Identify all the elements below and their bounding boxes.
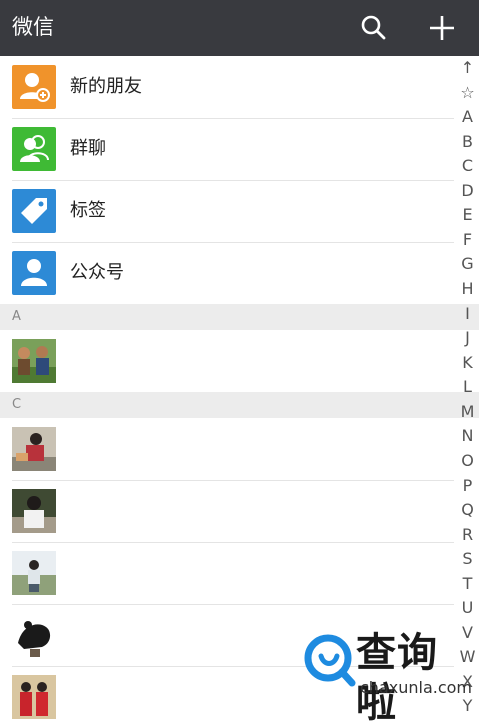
index-letter[interactable]: L <box>456 377 479 397</box>
magnifier-logo-icon <box>304 634 356 687</box>
photo-avatar <box>12 489 56 533</box>
index-letter[interactable]: R <box>456 525 479 545</box>
add-friend-icon <box>12 65 56 109</box>
search-icon <box>361 15 386 40</box>
add-button[interactable] <box>426 12 458 44</box>
index-letter[interactable]: K <box>456 353 479 373</box>
watermark: 查询啦 chaxunla.com <box>302 628 474 726</box>
photo-avatar <box>12 339 56 383</box>
index-letter[interactable]: ↑ <box>456 58 479 78</box>
index-letter[interactable]: B <box>456 132 479 152</box>
tag-icon <box>12 189 56 233</box>
tags-label: 标签 <box>70 200 106 221</box>
tags-item[interactable]: 标签 <box>0 180 454 242</box>
watermark-url: chaxunla.com <box>360 678 472 697</box>
official-accounts-item[interactable]: 公众号 <box>0 242 454 304</box>
index-letter[interactable]: ☆ <box>456 83 479 103</box>
group-chat-icon <box>12 127 56 171</box>
contact-row[interactable] <box>0 542 454 604</box>
index-letter[interactable]: G <box>456 254 479 274</box>
top-bar: 微信 <box>0 0 479 56</box>
group-chats-item[interactable]: 群聊 <box>0 118 454 180</box>
index-letter[interactable]: F <box>456 230 479 250</box>
index-letter[interactable]: O <box>456 451 479 471</box>
section-letter: A <box>12 309 21 324</box>
index-letter[interactable]: T <box>456 574 479 594</box>
alphabet-index-bar[interactable]: ↑ ☆ A B C D E F G H I J K L M N O P Q R … <box>456 56 479 717</box>
index-letter[interactable]: D <box>456 181 479 201</box>
index-letter[interactable]: A <box>456 107 479 127</box>
official-account-icon <box>12 251 56 295</box>
photo-avatar <box>12 551 56 595</box>
index-letter[interactable]: S <box>456 549 479 569</box>
index-letter[interactable]: N <box>456 426 479 446</box>
contact-row[interactable] <box>0 480 454 542</box>
index-letter[interactable]: J <box>456 328 479 348</box>
photo-avatar <box>12 427 56 471</box>
index-letter[interactable]: I <box>456 304 479 324</box>
section-letter: C <box>12 397 22 412</box>
app-title: 微信 <box>12 15 54 39</box>
index-letter[interactable]: M <box>456 402 479 422</box>
group-chats-label: 群聊 <box>70 138 106 159</box>
new-friends-label: 新的朋友 <box>70 76 142 97</box>
photo-avatar <box>12 675 56 719</box>
plus-icon <box>430 16 454 40</box>
contact-row[interactable] <box>0 330 454 392</box>
section-header-a: A <box>0 304 479 330</box>
section-header-c: C <box>0 392 479 418</box>
index-letter[interactable]: E <box>456 205 479 225</box>
official-accounts-label: 公众号 <box>70 262 124 283</box>
index-letter[interactable]: C <box>456 156 479 176</box>
new-friends-item[interactable]: 新的朋友 <box>0 56 454 118</box>
index-letter[interactable]: Q <box>456 500 479 520</box>
contact-row[interactable] <box>0 418 454 480</box>
photo-avatar <box>12 613 56 657</box>
index-letter[interactable]: P <box>456 476 479 496</box>
index-letter[interactable]: U <box>456 598 479 618</box>
search-button[interactable] <box>358 12 388 44</box>
index-letter[interactable]: H <box>456 279 479 299</box>
